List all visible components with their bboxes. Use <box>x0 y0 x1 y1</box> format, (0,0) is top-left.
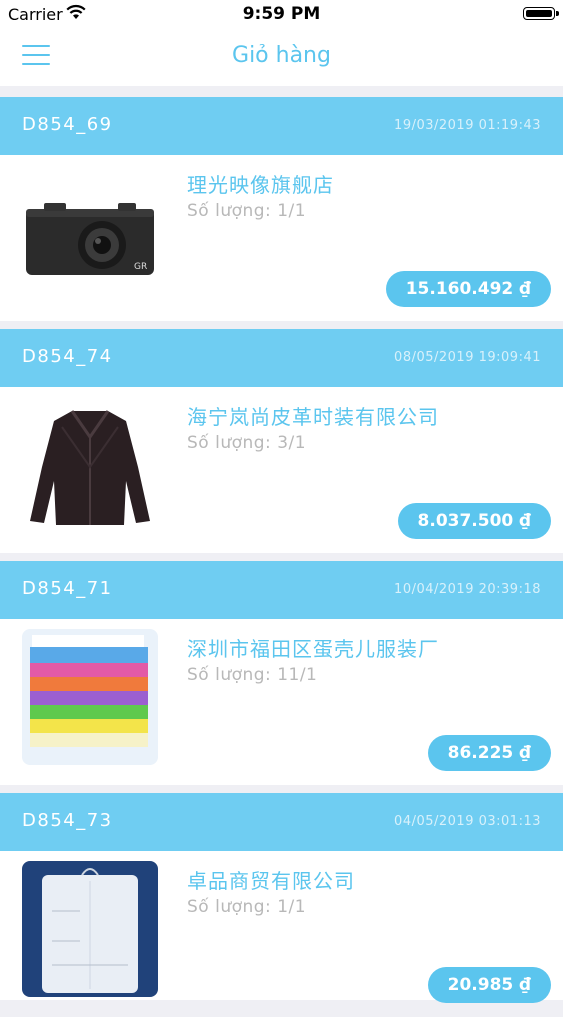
quantity-label: Số lượng: 1/1 <box>187 897 307 917</box>
price-badge[interactable]: 86.225 ₫ <box>427 735 551 771</box>
nav-bar: Giỏ hàng <box>0 30 563 86</box>
price-badge[interactable]: 15.160.492 ₫ <box>385 271 551 307</box>
order-code: D854_73 <box>22 810 113 831</box>
leather-jacket-image <box>22 397 158 533</box>
order-card[interactable]: D854_71 10/04/2019 20:39:18 深圳市福田区蛋壳儿服装厂… <box>0 561 563 785</box>
order-code: D854_71 <box>22 578 113 599</box>
order-date: 08/05/2019 19:09:41 <box>394 350 541 365</box>
order-card[interactable]: D854_73 04/05/2019 03:01:13 卓品商贸有限公司 Số … <box>0 793 563 1017</box>
order-header: D854_69 19/03/2019 01:19:43 <box>0 97 563 155</box>
svg-text:GR: GR <box>134 262 147 272</box>
order-date: 10/04/2019 20:39:18 <box>394 582 541 597</box>
garment-cover-image <box>22 861 158 997</box>
order-date: 19/03/2019 01:19:43 <box>394 118 541 133</box>
quantity-label: Số lượng: 3/1 <box>187 433 307 453</box>
order-body: GR 理光映像旗舰店 Số lượng: 1/1 15.160.492 ₫ <box>0 155 563 321</box>
colored-bags-image <box>22 629 158 765</box>
quantity-label: Số lượng: 1/1 <box>187 201 307 221</box>
clock: 9:59 PM <box>242 4 321 24</box>
camera-image: GR <box>22 165 158 301</box>
order-card[interactable]: D854_69 19/03/2019 01:19:43 GR 理光映像旗舰店 S… <box>0 97 563 321</box>
shop-name: 海宁岚尚皮革时装有限公司 <box>187 405 439 429</box>
shop-name: 理光映像旗舰店 <box>187 173 334 197</box>
order-header: D854_73 04/05/2019 03:01:13 <box>0 793 563 851</box>
page-title: Giỏ hàng <box>232 43 331 68</box>
order-code: D854_69 <box>22 114 113 135</box>
order-body: 卓品商贸有限公司 Số lượng: 1/1 20.985 ₫ <box>0 851 563 1003</box>
order-card[interactable]: D854_74 08/05/2019 19:09:41 海宁岚尚皮革时装有限公司… <box>0 329 563 553</box>
price-badge[interactable]: 8.037.500 ₫ <box>397 503 551 539</box>
order-header: D854_71 10/04/2019 20:39:18 <box>0 561 563 619</box>
order-body: 深圳市福田区蛋壳儿服装厂 Số lượng: 11/1 86.225 ₫ <box>0 619 563 785</box>
order-code: D854_74 <box>22 346 113 367</box>
shop-name: 卓品商贸有限公司 <box>187 869 355 893</box>
shop-name: 深圳市福田区蛋壳儿服装厂 <box>187 637 439 661</box>
status-bar: Carrier 9:59 PM <box>0 0 563 30</box>
order-date: 04/05/2019 03:01:13 <box>394 814 541 829</box>
quantity-label: Số lượng: 11/1 <box>187 665 318 685</box>
battery-icon <box>523 7 559 20</box>
price-badge[interactable]: 20.985 ₫ <box>427 967 551 1003</box>
order-header: D854_74 08/05/2019 19:09:41 <box>0 329 563 387</box>
order-body: 海宁岚尚皮革时装有限公司 Số lượng: 3/1 8.037.500 ₫ <box>0 387 563 553</box>
